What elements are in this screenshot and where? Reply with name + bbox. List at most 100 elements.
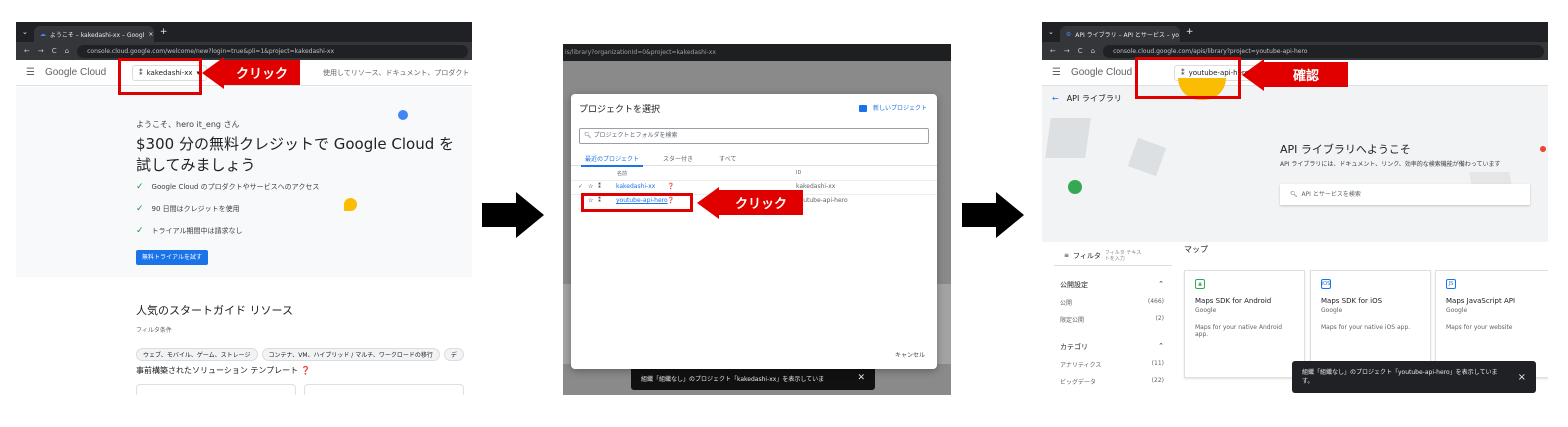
- tab-menu-icon[interactable]: ⌄: [1048, 28, 1054, 36]
- back-icon[interactable]: ←: [1050, 47, 1056, 55]
- tab-menu-icon[interactable]: ⌄: [22, 28, 28, 36]
- help-icon[interactable]: ❓: [667, 183, 674, 190]
- welcome-checklist: ✓ Google Cloud のプロダクトやサービスへのアクセス ✓ 90 日間はク…: [136, 182, 319, 248]
- tab-title: API ライブラリ – API とサービス – yo: [1075, 31, 1179, 39]
- toast-close-icon[interactable]: ✕: [857, 373, 865, 383]
- browser-toolbar: ← → C ⌂ console.cloud.google.com/welcome…: [16, 42, 472, 60]
- cloud-favicon-icon: ☁: [39, 30, 46, 38]
- forward-icon[interactable]: →: [38, 47, 44, 55]
- browser-tab[interactable]: ⚙ API ライブラリ – API とサービス – yo ×: [1059, 26, 1180, 42]
- solutions-title: 事前構築されたソリューション テンプレート ❓: [136, 366, 311, 375]
- deco-green-dot: [1068, 180, 1082, 194]
- chevron-up-icon: ⌃: [1158, 342, 1164, 350]
- toast: 組織「組織なし」のプロジェクト「youtube-api-hero」を表示していま…: [1292, 361, 1536, 393]
- dialog-tabs: 最近のプロジェクト スター付き すべて: [571, 152, 937, 167]
- new-tab-icon[interactable]: +: [160, 27, 168, 37]
- api-card-maps-android[interactable]: ▲ Maps SDK for Android Google Maps for y…: [1184, 270, 1305, 378]
- solution-card-1[interactable]: [136, 384, 296, 395]
- sidebar-section-category[interactable]: カテゴリ ⌃: [1060, 336, 1164, 356]
- flow-arrow-icon: [962, 192, 1024, 238]
- dialog-title: プロジェクトを選択: [579, 105, 661, 115]
- back-arrow-icon[interactable]: ←: [1052, 94, 1059, 103]
- reload-icon[interactable]: C: [52, 47, 57, 55]
- sidebar-item[interactable]: ビッグデータ (22): [1060, 373, 1164, 390]
- resources-title: 人気のスタートガイド リソース: [136, 304, 293, 317]
- new-folder-icon: [858, 105, 867, 112]
- welcome-greeting: ようこそ、hero it_eng さん: [136, 120, 240, 129]
- tab-close-icon[interactable]: ×: [148, 31, 153, 38]
- project-row-id: youtube-api-hero: [796, 197, 848, 204]
- col-header-name: 名前: [617, 171, 628, 177]
- filter-bar[interactable]: ≡ フィルタ フィルタ テキストを入力: [1054, 246, 1172, 266]
- col-header-id: ID: [796, 170, 802, 176]
- dimmed-side-card-right: [935, 284, 951, 364]
- checklist-item: ✓ Google Cloud のプロダクトやサービスへのアクセス: [136, 182, 320, 192]
- address-bar[interactable]: is/library?organizationId=0&project=kake…: [563, 44, 951, 61]
- filter-input[interactable]: フィルタ テキストを入力: [1105, 250, 1145, 262]
- highlight-project-row: [581, 193, 693, 212]
- filter-label: フィルタ: [1073, 251, 1101, 260]
- javascript-icon: JS: [1446, 279, 1456, 289]
- free-trial-button[interactable]: 無料トライアルを試す: [136, 250, 208, 265]
- toast-close-icon[interactable]: ×: [1518, 372, 1526, 383]
- check-icon: ✓: [136, 182, 144, 192]
- back-icon[interactable]: ←: [24, 47, 30, 55]
- check-icon: ✓: [136, 226, 144, 236]
- deco-blue-dot: [398, 110, 408, 120]
- deco-yellow-dot: [344, 198, 357, 211]
- hero-subtitle: API ライブラリには、ドキュメント、リンク、効率的な検索機能が備わっています: [1280, 161, 1501, 168]
- filter-icon: ≡: [1064, 252, 1070, 259]
- filter-chip[interactable]: デ: [443, 348, 464, 361]
- highlight-project-picker: [1135, 57, 1241, 99]
- maps-heading: マップ: [1184, 245, 1208, 254]
- new-project-link[interactable]: 新しいプロジェクト: [858, 103, 927, 112]
- check-icon: ✓: [136, 204, 144, 214]
- address-bar[interactable]: console.cloud.google.com/welcome/new?log…: [77, 44, 468, 58]
- hamburger-menu-icon[interactable]: ☰: [1052, 67, 1061, 78]
- forward-icon[interactable]: →: [1064, 47, 1070, 55]
- project-row-id: kakedashi-xx: [796, 183, 836, 190]
- ios-icon: iOS: [1321, 279, 1331, 289]
- tab-title: ようこそ – kakedashi-xx – Googl: [49, 31, 145, 39]
- project-dialog: プロジェクトを選択 新しいプロジェクト 🔍︎ プロジェクトとフォルダを検索 最近…: [571, 94, 937, 369]
- tab-all[interactable]: すべて: [719, 154, 736, 163]
- tab-starred[interactable]: スター付き: [663, 154, 693, 163]
- cancel-button[interactable]: キャンセル: [895, 350, 925, 359]
- filter-chips: ウェブ、モバイル、ゲーム、ストレージ コンテナ、VM、ハイブリッド / マルチ、ワ…: [136, 342, 468, 361]
- tab-recent[interactable]: 最近のプロジェクト: [581, 154, 644, 167]
- project-search-input[interactable]: 🔍︎ プロジェクトとフォルダを検索: [579, 128, 929, 144]
- welcome-headline: $300 分の無料クレジットで Google Cloud を試してみましょう: [136, 135, 454, 174]
- google-cloud-logo[interactable]: Google Cloud: [45, 67, 106, 78]
- new-tab-icon[interactable]: +: [1186, 27, 1194, 37]
- filter-chip[interactable]: コンテナ、VM、ハイブリッド / マルチ、ワークロードの移行: [261, 348, 440, 361]
- solution-card-2[interactable]: [304, 384, 464, 395]
- project-row-name[interactable]: kakedashi-xx: [616, 183, 655, 190]
- filter-chip[interactable]: ウェブ、モバイル、ゲーム、ストレージ: [136, 348, 258, 361]
- panel-project-selector: is/library?organizationId=0&project=kake…: [563, 44, 951, 395]
- sidebar-item[interactable]: アナリティクス (11): [1060, 356, 1164, 373]
- browser-tab-strip: ⌄ ⚙ API ライブラリ – API とサービス – yo × +: [1042, 22, 1548, 42]
- home-icon[interactable]: ⌂: [65, 47, 69, 55]
- sidebar-item[interactable]: 限定公開 (2): [1060, 311, 1164, 328]
- sidebar-item[interactable]: 公開 (466): [1060, 294, 1164, 311]
- hamburger-menu-icon[interactable]: ☰: [26, 67, 35, 78]
- browser-tab[interactable]: ☁ ようこそ – kakedashi-xx – Googl ×: [33, 26, 154, 42]
- highlight-project-picker: [118, 58, 202, 95]
- api-favicon-icon: ⚙: [1065, 30, 1072, 38]
- callout-click: クリック: [719, 190, 803, 215]
- google-cloud-logo[interactable]: Google Cloud: [1071, 67, 1132, 78]
- callout-confirm: 確認: [1264, 62, 1348, 87]
- sidebar-section-visibility[interactable]: 公開設定 ⌃: [1060, 274, 1164, 294]
- api-search-input[interactable]: 🔍︎ API とサービスを検索: [1280, 184, 1530, 205]
- deco-gray-block-left: [1045, 118, 1091, 158]
- browser-toolbar: ← → C ⌂ console.cloud.google.com/apis/li…: [1042, 42, 1548, 60]
- home-icon[interactable]: ⌂: [1091, 47, 1095, 55]
- help-icon[interactable]: ❓: [301, 366, 311, 375]
- project-tree-icon: ⁑: [598, 183, 601, 190]
- star-icon[interactable]: ☆: [588, 183, 593, 190]
- checklist-item: ✓ 90 日間はクレジットを使用: [136, 204, 240, 214]
- address-bar[interactable]: console.cloud.google.com/apis/library?pr…: [1103, 44, 1544, 58]
- search-input[interactable]: 使用してリソース、ドキュメント、プロダクト: [323, 68, 469, 78]
- deco-red-dot: [1540, 146, 1546, 152]
- reload-icon[interactable]: C: [1078, 47, 1083, 55]
